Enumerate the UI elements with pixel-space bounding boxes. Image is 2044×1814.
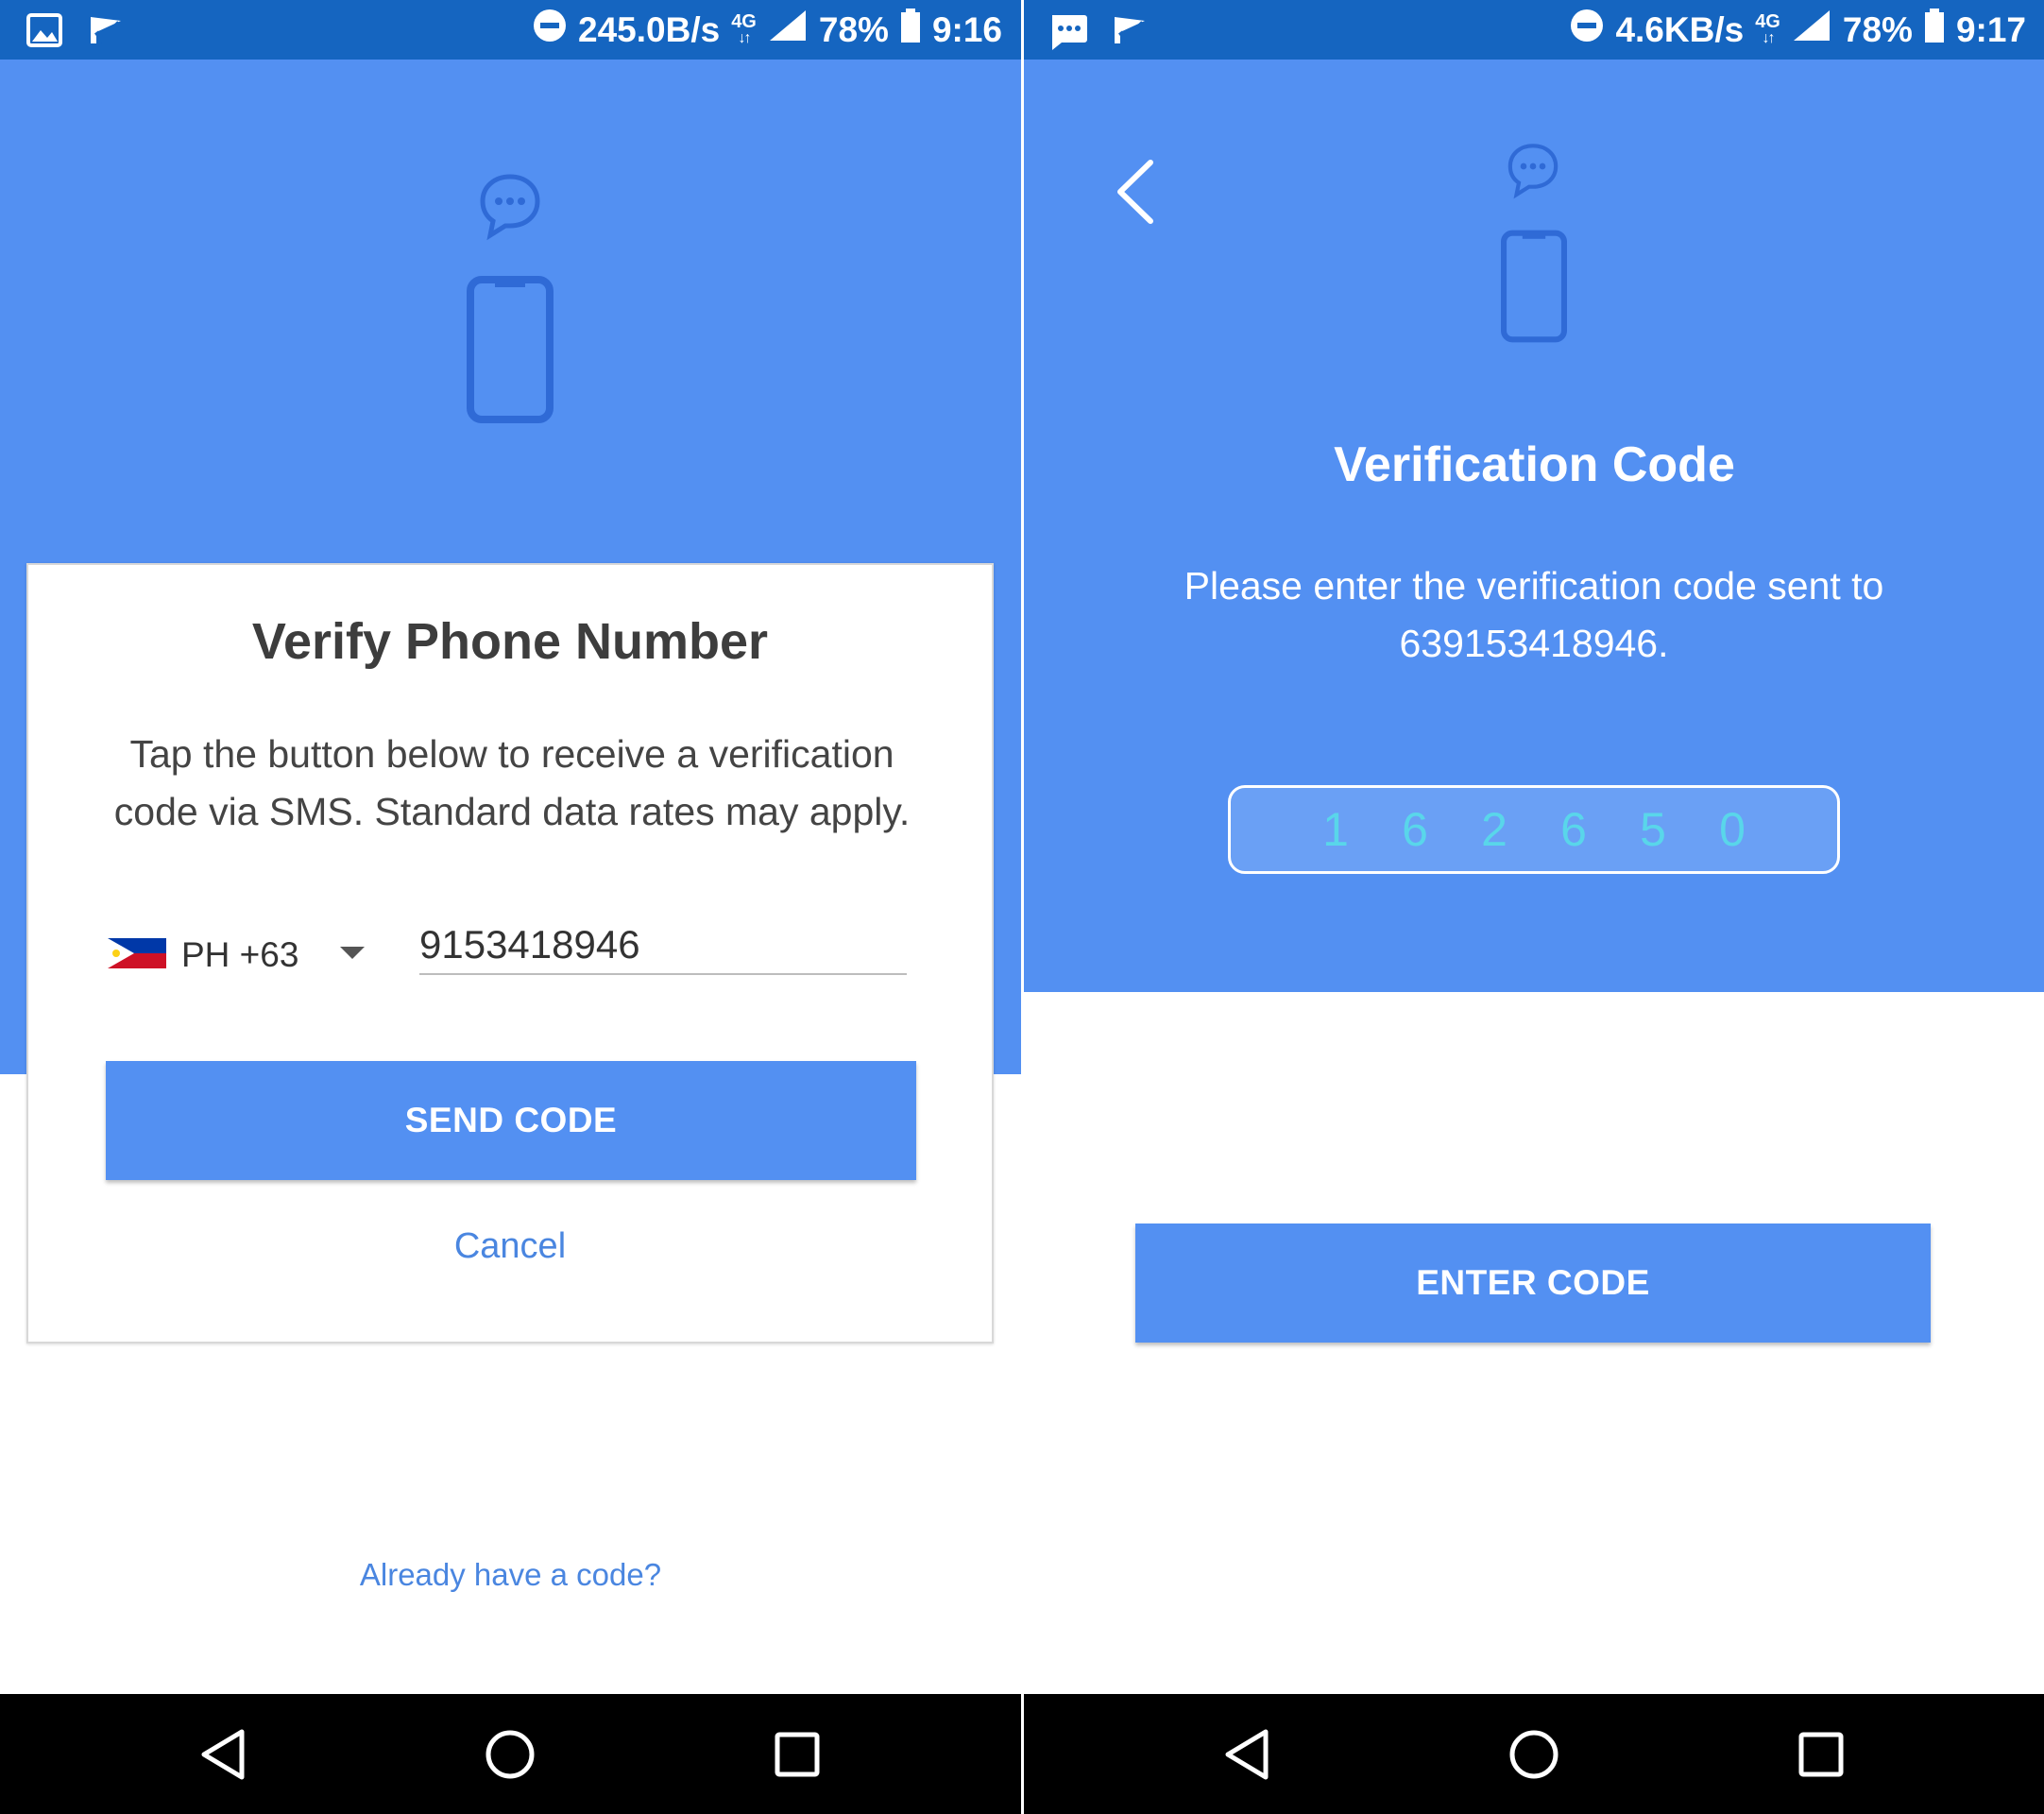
network-type-label: 4G bbox=[1755, 10, 1780, 32]
navigation-bar bbox=[0, 1694, 1021, 1814]
back-nav-icon[interactable] bbox=[1213, 1720, 1281, 1788]
philippines-flag-icon bbox=[108, 937, 166, 973]
dropdown-caret-icon[interactable] bbox=[340, 947, 365, 959]
navigation-bar bbox=[1024, 1694, 2044, 1814]
phone-icon bbox=[1501, 230, 1567, 348]
battery-percent: 78% bbox=[1842, 9, 1913, 49]
dnd-icon bbox=[533, 9, 567, 51]
code-digit: 5 bbox=[1640, 803, 1666, 856]
already-have-code-link[interactable]: Already have a code? bbox=[0, 1557, 1021, 1593]
message-icon bbox=[1048, 13, 1088, 56]
chat-bubble-icon bbox=[1507, 143, 1559, 204]
cancel-link[interactable]: Cancel bbox=[28, 1226, 992, 1267]
country-code-label: PH +63 bbox=[181, 935, 299, 974]
verify-phone-screen: 245.0B/s 4G ↓↑ 78% 9:16 Verify Phone Numb… bbox=[0, 0, 1021, 1814]
network-type: 4G ↓↑ bbox=[1755, 10, 1780, 47]
recents-nav-icon[interactable] bbox=[763, 1720, 831, 1788]
verification-code-screen: 4.6KB/s 4G ↓↑ 78% 9:17 Verification Code … bbox=[1024, 0, 2044, 1814]
page-title: Verification Code bbox=[1334, 437, 1735, 492]
network-type: 4G ↓↑ bbox=[731, 10, 757, 47]
enter-code-button[interactable]: ENTER CODE bbox=[1135, 1224, 1931, 1343]
dialog-title: Verify Phone Number bbox=[251, 613, 769, 670]
country-selector[interactable]: PH +63 bbox=[108, 935, 298, 975]
network-speed: 4.6KB/s bbox=[1615, 9, 1745, 49]
code-digit: 6 bbox=[1560, 803, 1587, 856]
signal-icon bbox=[1792, 9, 1831, 51]
verification-code-input[interactable]: 1 6 2 6 5 0 bbox=[1228, 785, 1840, 874]
dnd-icon bbox=[1570, 9, 1604, 51]
network-speed: 245.0B/s bbox=[578, 9, 721, 49]
data-arrows-icon: ↓↑ bbox=[1762, 29, 1776, 46]
check-flag-icon bbox=[1111, 13, 1149, 52]
instruction-text: Please enter the verification code sent … bbox=[1184, 564, 1884, 665]
status-bar: 4.6KB/s 4G ↓↑ 78% 9:17 bbox=[1024, 0, 2044, 60]
code-digit: 6 bbox=[1402, 803, 1428, 856]
clock: 9:16 bbox=[931, 9, 1002, 49]
status-bar: 245.0B/s 4G ↓↑ 78% 9:16 bbox=[0, 0, 1021, 60]
battery-percent: 78% bbox=[818, 9, 889, 49]
phone-number-input[interactable] bbox=[419, 916, 907, 975]
home-nav-icon[interactable] bbox=[1500, 1720, 1568, 1788]
battery-icon bbox=[900, 9, 921, 51]
signal-icon bbox=[768, 9, 808, 51]
back-nav-icon[interactable] bbox=[189, 1720, 257, 1788]
chat-bubble-icon bbox=[479, 173, 541, 246]
check-flag-icon bbox=[87, 13, 125, 52]
data-arrows-icon: ↓↑ bbox=[738, 29, 752, 46]
code-digit: 0 bbox=[1719, 803, 1746, 856]
battery-icon bbox=[1924, 9, 1945, 51]
send-code-button[interactable]: SEND CODE bbox=[106, 1061, 916, 1180]
code-digit: 1 bbox=[1322, 803, 1349, 856]
clock: 9:17 bbox=[1955, 9, 2026, 49]
recents-nav-icon[interactable] bbox=[1787, 1720, 1855, 1788]
image-icon bbox=[26, 13, 62, 52]
verify-dialog: Verify Phone Number Tap the button below… bbox=[26, 563, 994, 1343]
home-nav-icon[interactable] bbox=[476, 1720, 544, 1788]
network-type-label: 4G bbox=[731, 10, 757, 32]
code-digit: 2 bbox=[1481, 803, 1507, 856]
dialog-description: Tap the button below to receive a verifi… bbox=[113, 732, 911, 833]
back-arrow-icon[interactable] bbox=[1109, 157, 1166, 227]
phone-icon bbox=[467, 276, 554, 428]
